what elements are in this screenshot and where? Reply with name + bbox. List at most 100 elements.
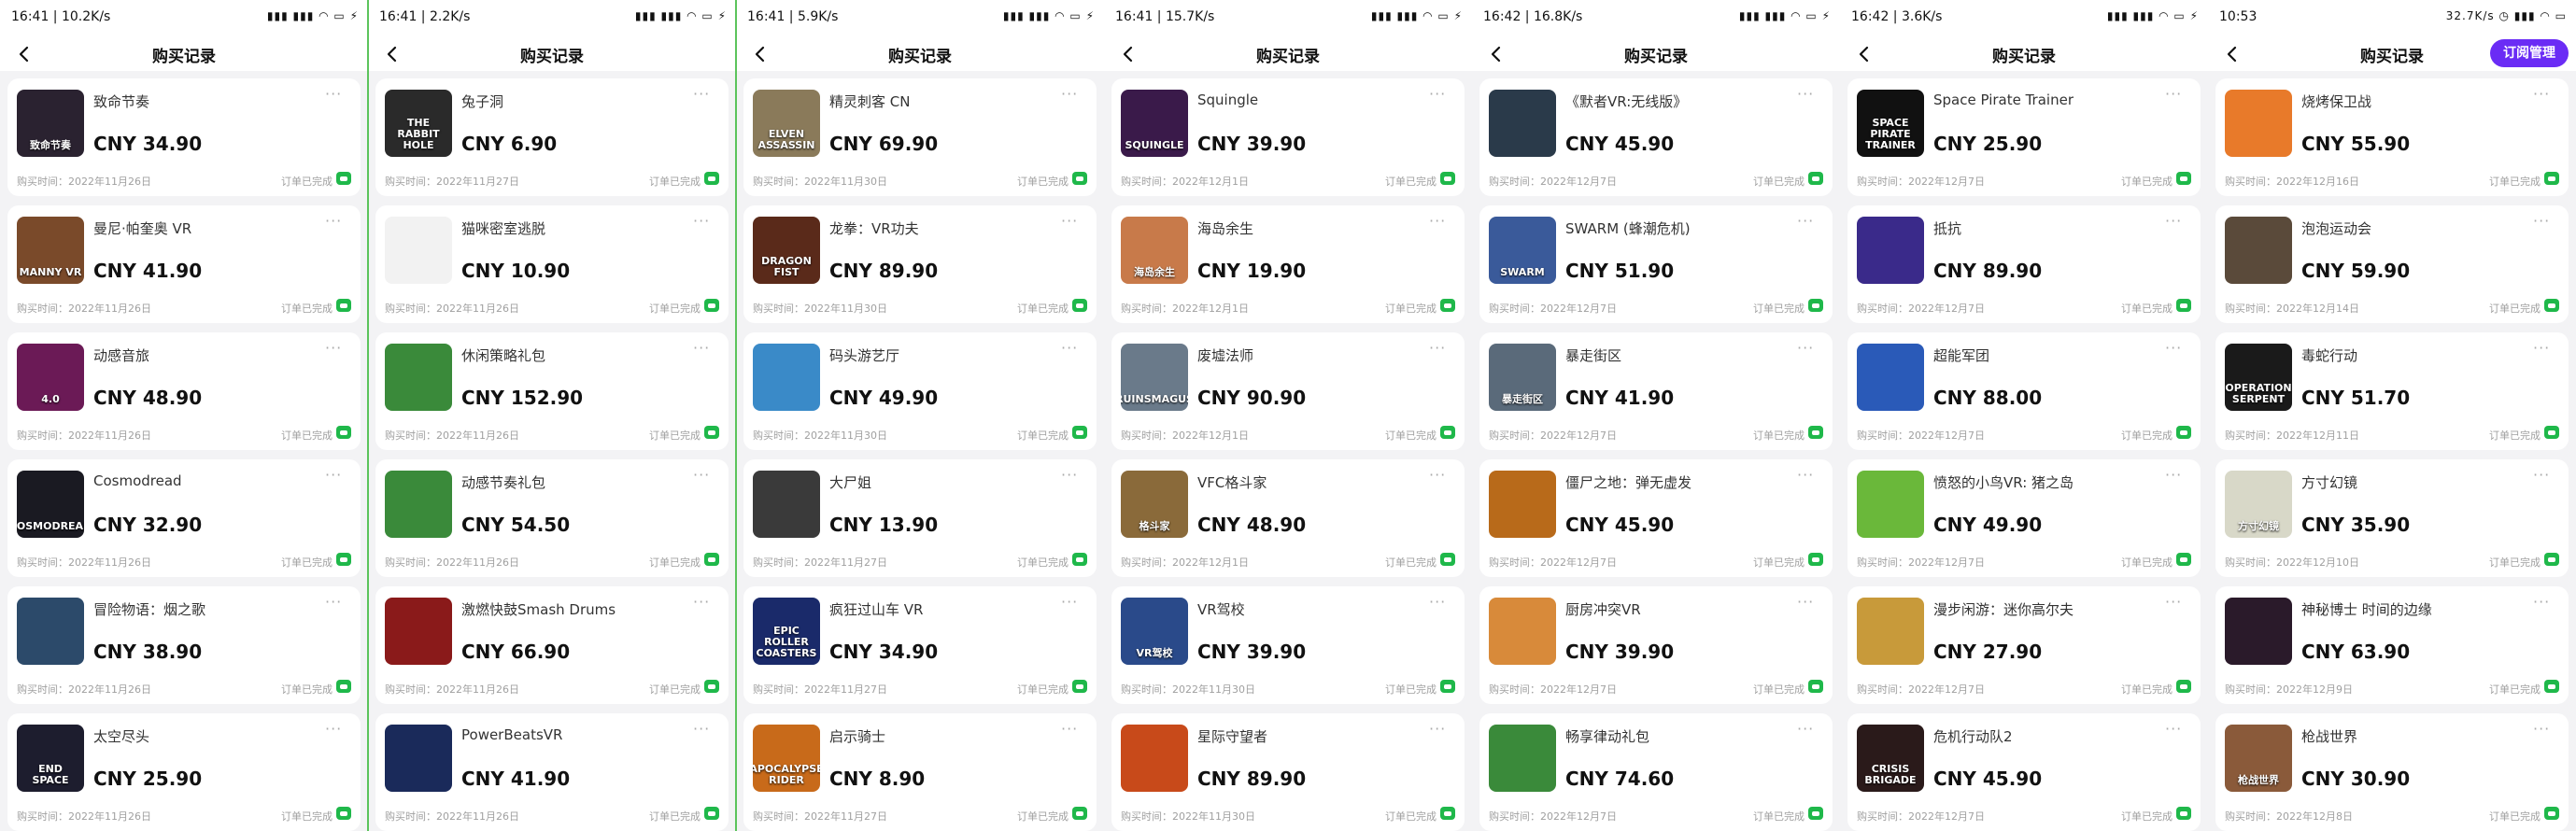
chat-bubble-icon[interactable]	[1808, 807, 1823, 820]
game-thumbnail[interactable]	[1489, 725, 1556, 792]
purchase-card[interactable]: END SPACE 太空尽头 ··· CNY 25.90 购买时间：2022年11月26…	[7, 713, 361, 831]
more-dots-icon[interactable]: ···	[2533, 87, 2555, 102]
chat-bubble-icon[interactable]	[704, 680, 719, 693]
more-dots-icon[interactable]: ···	[1061, 468, 1083, 483]
chat-bubble-icon[interactable]	[1072, 680, 1087, 693]
game-thumbnail[interactable]: VR驾校	[1121, 598, 1188, 665]
purchase-card[interactable]: 厨房冲突VR ··· CNY 39.90 购买时间：2022年12月7日 订单已完成	[1479, 586, 1833, 704]
purchase-card[interactable]: COSMODREAD Cosmodread ··· CNY 32.90 购买时间：202…	[7, 459, 361, 577]
chat-bubble-icon[interactable]	[1440, 553, 1455, 566]
more-dots-icon[interactable]: ···	[2533, 341, 2555, 356]
game-thumbnail[interactable]	[1489, 471, 1556, 538]
chat-bubble-icon[interactable]	[1440, 426, 1455, 439]
chat-bubble-icon[interactable]	[336, 172, 351, 185]
more-dots-icon[interactable]: ···	[2165, 595, 2187, 610]
game-thumbnail[interactable]	[385, 598, 452, 665]
more-dots-icon[interactable]: ···	[2533, 595, 2555, 610]
purchase-card[interactable]: SQUINGLE Squingle ··· CNY 39.90 购买时间：2022年12…	[1111, 78, 1465, 196]
game-thumbnail[interactable]: THE RABBIT HOLE	[385, 90, 452, 157]
purchase-card[interactable]: 大尸姐 ··· CNY 13.90 购买时间：2022年11月27日 订单已完成	[743, 459, 1097, 577]
purchase-card[interactable]: 海岛余生 海岛余生 ··· CNY 19.90 购买时间：2022年12月1日 订单已完成	[1111, 205, 1465, 323]
chat-bubble-icon[interactable]	[1808, 553, 1823, 566]
purchase-card[interactable]: OPERATION SERPENT 毒蛇行动 ··· CNY 51.70 购买时间：20…	[2215, 332, 2569, 450]
game-thumbnail[interactable]: 暴走街区	[1489, 344, 1556, 411]
more-dots-icon[interactable]: ···	[1797, 341, 1819, 356]
more-dots-icon[interactable]: ···	[1429, 468, 1451, 483]
more-dots-icon[interactable]: ···	[2533, 722, 2555, 737]
more-dots-icon[interactable]: ···	[2165, 341, 2187, 356]
chat-bubble-icon[interactable]	[1808, 680, 1823, 693]
chat-bubble-icon[interactable]	[2544, 807, 2559, 820]
more-dots-icon[interactable]: ···	[325, 341, 347, 356]
game-thumbnail[interactable]: 4.0	[17, 344, 84, 411]
game-thumbnail[interactable]	[17, 598, 84, 665]
more-dots-icon[interactable]: ···	[325, 722, 347, 737]
game-thumbnail[interactable]	[1857, 471, 1924, 538]
more-dots-icon[interactable]: ···	[2165, 87, 2187, 102]
purchase-card[interactable]: 4.0 动感音旅 ··· CNY 48.90 购买时间：2022年11月26日 订单已完成	[7, 332, 361, 450]
more-dots-icon[interactable]: ···	[1061, 595, 1083, 610]
more-dots-icon[interactable]: ···	[693, 722, 715, 737]
more-dots-icon[interactable]: ···	[1797, 87, 1819, 102]
more-dots-icon[interactable]: ···	[325, 214, 347, 229]
game-thumbnail[interactable]	[2225, 90, 2292, 157]
purchase-card[interactable]: 畅享律动礼包 ··· CNY 74.60 购买时间：2022年12月7日 订单已完成	[1479, 713, 1833, 831]
more-dots-icon[interactable]: ···	[1429, 341, 1451, 356]
game-thumbnail[interactable]: EPIC ROLLER COASTERS	[753, 598, 820, 665]
game-thumbnail[interactable]: 海岛余生	[1121, 217, 1188, 284]
more-dots-icon[interactable]: ···	[693, 214, 715, 229]
game-thumbnail[interactable]	[1489, 90, 1556, 157]
chat-bubble-icon[interactable]	[704, 807, 719, 820]
game-thumbnail[interactable]: END SPACE	[17, 725, 84, 792]
chat-bubble-icon[interactable]	[336, 807, 351, 820]
purchase-card[interactable]: 烧烤保卫战 ··· CNY 55.90 购买时间：2022年12月16日 订单已完成	[2215, 78, 2569, 196]
game-thumbnail[interactable]	[1857, 217, 1924, 284]
game-thumbnail[interactable]: SPACE PIRATE TRAINER	[1857, 90, 1924, 157]
chat-bubble-icon[interactable]	[2544, 299, 2559, 312]
purchase-card[interactable]: 枪战世界 枪战世界 ··· CNY 30.90 购买时间：2022年12月8日 订单已完成	[2215, 713, 2569, 831]
chat-bubble-icon[interactable]	[1072, 299, 1087, 312]
game-thumbnail[interactable]	[385, 471, 452, 538]
purchase-card[interactable]: 暴走街区 暴走街区 ··· CNY 41.90 购买时间：2022年12月7日 订单已完成	[1479, 332, 1833, 450]
chat-bubble-icon[interactable]	[2176, 172, 2191, 185]
game-thumbnail[interactable]: 格斗家	[1121, 471, 1188, 538]
more-dots-icon[interactable]: ···	[2165, 468, 2187, 483]
chat-bubble-icon[interactable]	[2544, 172, 2559, 185]
chat-bubble-icon[interactable]	[1072, 426, 1087, 439]
chat-bubble-icon[interactable]	[704, 553, 719, 566]
more-dots-icon[interactable]: ···	[2533, 214, 2555, 229]
more-dots-icon[interactable]: ···	[1061, 722, 1083, 737]
game-thumbnail[interactable]	[1489, 598, 1556, 665]
game-thumbnail[interactable]: OPERATION SERPENT	[2225, 344, 2292, 411]
more-dots-icon[interactable]: ···	[1061, 87, 1083, 102]
chat-bubble-icon[interactable]	[704, 172, 719, 185]
game-thumbnail[interactable]: APOCALYPSE RIDER	[753, 725, 820, 792]
more-dots-icon[interactable]: ···	[325, 87, 347, 102]
game-thumbnail[interactable]	[2225, 598, 2292, 665]
more-dots-icon[interactable]: ···	[2165, 722, 2187, 737]
game-thumbnail[interactable]: SWARM	[1489, 217, 1556, 284]
chat-bubble-icon[interactable]	[2176, 553, 2191, 566]
game-thumbnail[interactable]	[753, 344, 820, 411]
purchase-card[interactable]: SWARM SWARM (蜂潮危机) ··· CNY 51.90 购买时间：2022年1…	[1479, 205, 1833, 323]
purchase-card[interactable]: THE RABBIT HOLE 兔子洞 ··· CNY 6.90 购买时间：2022年1…	[375, 78, 729, 196]
game-thumbnail[interactable]: 致命节奏	[17, 90, 84, 157]
chat-bubble-icon[interactable]	[1440, 680, 1455, 693]
chat-bubble-icon[interactable]	[1072, 807, 1087, 820]
game-thumbnail[interactable]: 方寸幻镜	[2225, 471, 2292, 538]
more-dots-icon[interactable]: ···	[1797, 468, 1819, 483]
game-thumbnail[interactable]	[1121, 725, 1188, 792]
more-dots-icon[interactable]: ···	[1061, 341, 1083, 356]
more-dots-icon[interactable]: ···	[693, 341, 715, 356]
more-dots-icon[interactable]: ···	[1061, 214, 1083, 229]
purchase-card[interactable]: 《默者VR:无线版》 ··· CNY 45.90 购买时间：2022年12月7日 订单已…	[1479, 78, 1833, 196]
chat-bubble-icon[interactable]	[1808, 172, 1823, 185]
more-dots-icon[interactable]: ···	[1797, 214, 1819, 229]
game-thumbnail[interactable]: 枪战世界	[2225, 725, 2292, 792]
purchase-card[interactable]: 漫步闲游：迷你高尔夫 ··· CNY 27.90 购买时间：2022年12月7日 订单已…	[1847, 586, 2201, 704]
purchase-card[interactable]: 方寸幻镜 方寸幻镜 ··· CNY 35.90 购买时间：2022年12月10日 订单已完…	[2215, 459, 2569, 577]
purchase-card[interactable]: 泡泡运动会 ··· CNY 59.90 购买时间：2022年12月14日 订单已完成	[2215, 205, 2569, 323]
more-dots-icon[interactable]: ···	[325, 468, 347, 483]
purchase-card[interactable]: CRISIS BRIGADE 危机行动队2 ··· CNY 45.90 购买时间：202…	[1847, 713, 2201, 831]
purchase-card[interactable]: 休闲策略礼包 ··· CNY 152.90 购买时间：2022年11月26日 订单已完成	[375, 332, 729, 450]
